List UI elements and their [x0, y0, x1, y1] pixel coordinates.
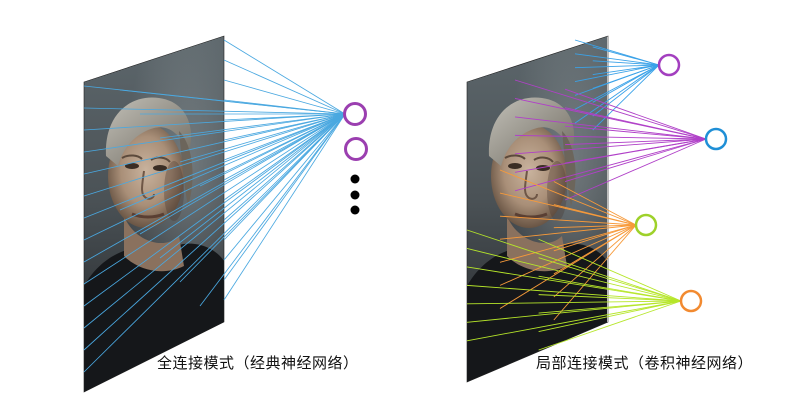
fc-neuron-2 — [344, 137, 368, 161]
input-image-fully-connected — [83, 35, 225, 393]
input-image-locally-connected — [466, 35, 609, 383]
ellipsis-dot-2 — [350, 190, 360, 200]
fc-line-27 — [223, 113, 346, 281]
fc-line-22 — [223, 113, 346, 181]
diagram-canvas: 全连接模式（经典神经网络） 局部连接模式（卷积神经网络） — [0, 0, 803, 418]
conv-neuron-1 — [657, 53, 681, 77]
fc-neuron-1 — [343, 102, 367, 126]
fc-neuron-group — [343, 102, 368, 215]
ellipsis-dot-1 — [350, 174, 360, 184]
caption-fully-connected: 全连接模式（经典神经网络） — [157, 354, 359, 372]
fc-line-24 — [223, 113, 346, 221]
ellipsis-dot-3 — [350, 205, 360, 215]
conv-neuron-3 — [634, 213, 658, 237]
conv-neuron-4 — [679, 289, 703, 313]
conv-neuron-2 — [704, 127, 728, 151]
fc-line-17 — [223, 79, 346, 115]
caption-locally-connected: 局部连接模式（卷积神经网络） — [536, 354, 754, 372]
fc-line-16 — [223, 59, 346, 115]
conv-neuron-group — [634, 53, 728, 313]
